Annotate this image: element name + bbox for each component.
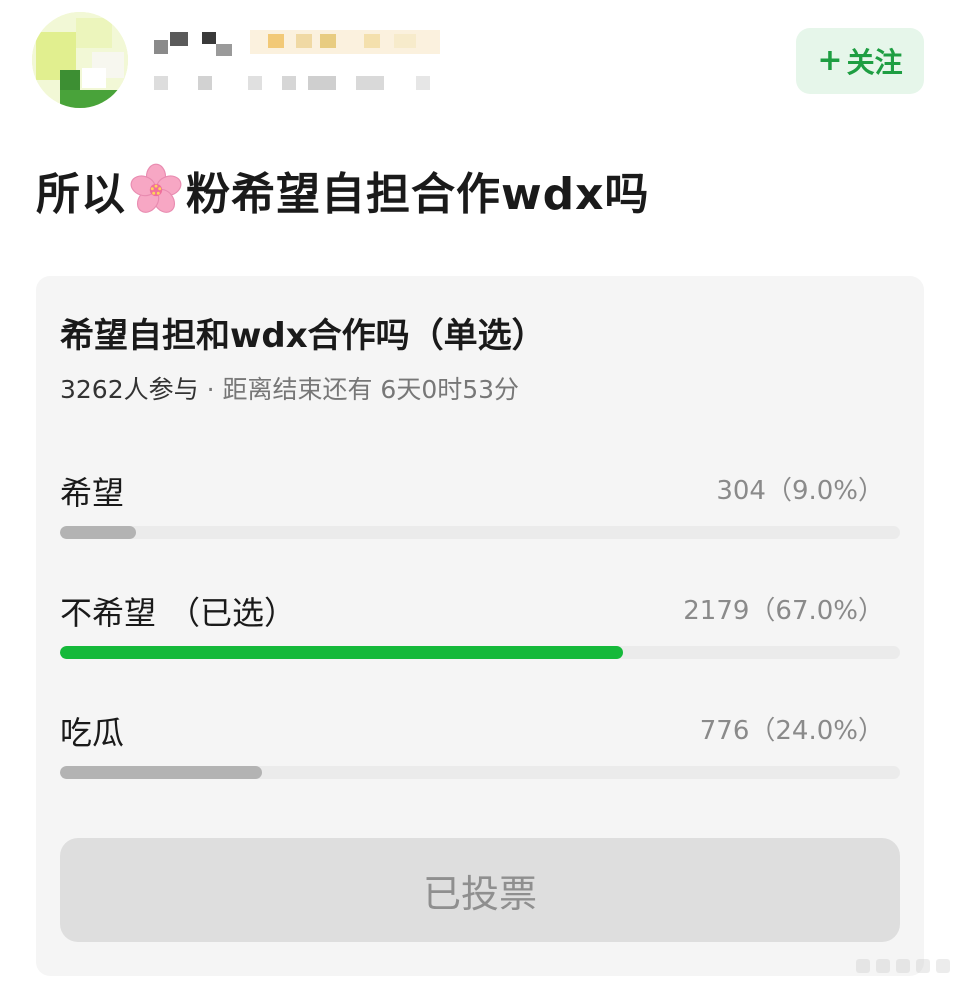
poll-question: 希望自担和wdx合作吗（单选） [60, 316, 546, 356]
poll-separator: · [206, 375, 215, 404]
option-label-text: 不希望 [60, 594, 157, 632]
poll-time-left: 距离结束还有 6天0时53分 [222, 375, 520, 404]
selected-tag: （已选） [168, 594, 297, 632]
option-label: 吃瓜 [60, 708, 124, 754]
option-count: 304（9.0%） [716, 476, 884, 506]
poll-meta: 3262人参与 · 距离结束还有 6天0时53分 [60, 370, 519, 406]
username-blurred[interactable] [150, 28, 450, 60]
option-progress-fill [60, 766, 262, 779]
poll-card: 希望自担和wdx合作吗（单选） 3262人参与 · 距离结束还有 6天0时53分… [36, 276, 924, 976]
follow-button[interactable]: + 关注 [796, 28, 924, 94]
voted-button[interactable]: 已投票 [60, 838, 900, 942]
option-label: 希望 [60, 468, 124, 514]
post-page: + 关注 所以 粉希望自担合作wdx吗 希望自担和wdx合作吗（单选） 3262… [0, 0, 960, 987]
option-progress-track [60, 766, 900, 779]
poll-participants: 3262人参与 [60, 375, 199, 404]
post-title-text: 粉希望自担合作wdx吗 [186, 169, 650, 220]
option-label: 不希望 （已选） [60, 588, 296, 634]
plus-icon: + [817, 43, 843, 78]
option-progress-track [60, 526, 900, 539]
poll-option-no-hope[interactable]: 不希望 （已选） 2179（67.0%） [60, 588, 900, 678]
watermark [856, 959, 950, 973]
option-count: 2179（67.0%） [683, 596, 884, 626]
option-count: 776（24.0%） [699, 716, 884, 746]
option-label-text: 吃瓜 [60, 714, 125, 752]
cherry-blossom-icon [130, 163, 182, 213]
post-title-prefix: 所以 [36, 169, 126, 220]
poll-option-watch[interactable]: 吃瓜 776（24.0%） [60, 708, 900, 798]
avatar[interactable] [32, 12, 128, 108]
post-title: 所以 粉希望自担合作wdx吗 [36, 158, 650, 222]
poll-option-hope[interactable]: 希望 304（9.0%） [60, 468, 900, 558]
option-progress-fill [60, 526, 136, 539]
option-label-text: 希望 [60, 474, 125, 512]
post-meta-blurred [150, 72, 450, 96]
option-progress-track [60, 646, 900, 659]
follow-label: 关注 [846, 46, 903, 79]
option-progress-fill [60, 646, 623, 659]
